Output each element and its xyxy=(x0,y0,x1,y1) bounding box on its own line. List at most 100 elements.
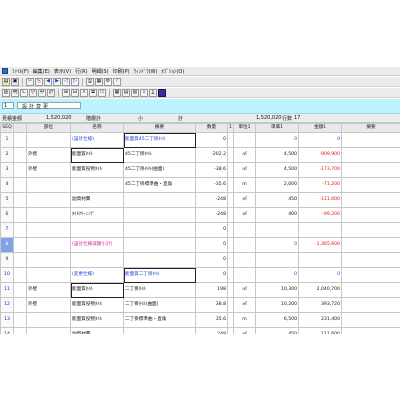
cell-blank[interactable] xyxy=(13,192,27,208)
cell-price[interactable]: 2,000 xyxy=(255,177,299,193)
cell-remarks[interactable] xyxy=(341,297,400,313)
cell-name[interactable]: ﾀｲﾙｸﾘｰﾆﾝｸﾞ xyxy=(70,207,124,223)
col-header-amount[interactable]: 金額1 xyxy=(298,123,342,133)
cell-qty[interactable]: 0 xyxy=(195,132,228,148)
cell-part[interactable] xyxy=(26,327,71,334)
cell-blank[interactable] xyxy=(13,282,27,298)
cell-seq[interactable]: 12 xyxy=(0,297,14,313)
cell-spec[interactable] xyxy=(123,237,196,253)
menu-view[interactable]: 表示(V) xyxy=(54,68,71,75)
cell-spec[interactable]: 能面質二丁掛ﾀｲﾙ xyxy=(123,267,196,283)
cell-unit[interactable]: ㎡ xyxy=(233,192,256,208)
cell-amount[interactable]: 393,720 xyxy=(298,297,342,313)
cell-unit[interactable]: ㎡ xyxy=(233,297,256,313)
cell-price[interactable]: 4,500 xyxy=(255,147,299,163)
cell-price[interactable]: 6,500 xyxy=(255,312,299,328)
cell-seq[interactable]: 3 xyxy=(0,162,14,178)
cell-amount[interactable]: 111,600 xyxy=(298,327,342,334)
cell-name[interactable]: 能面質ﾀｲﾙ xyxy=(70,282,124,298)
cell-unit[interactable]: ㎡ xyxy=(233,162,256,178)
cell-blank[interactable] xyxy=(13,177,27,193)
cell-name[interactable]: 能面質役物ﾀｲﾙ xyxy=(70,297,124,313)
cell-part[interactable] xyxy=(26,252,71,268)
cell-remarks[interactable] xyxy=(341,312,400,328)
estimate-id-field[interactable]: 1 xyxy=(2,102,14,109)
cell-part[interactable]: 外壁 xyxy=(26,162,71,178)
cell-spec[interactable]: 能面質45二丁掛ﾀｲﾙ xyxy=(123,132,196,148)
cell-blank[interactable] xyxy=(13,132,27,148)
arrow-right-icon[interactable]: ▶ xyxy=(53,77,61,86)
cell-remarks[interactable] xyxy=(341,327,400,334)
cell-part[interactable]: 外壁 xyxy=(26,147,71,163)
cell-unit[interactable] xyxy=(233,222,256,238)
cell-part[interactable]: 外壁 xyxy=(26,297,71,313)
cell-price[interactable]: 10,300 xyxy=(255,282,299,298)
cell-price[interactable] xyxy=(255,222,299,238)
table-row[interactable]: 2 外壁 能面質ﾀｲﾙ 45二丁掛ﾀｲﾙ -202.2 ㎡ 4,500 -909,900 xyxy=(0,147,400,163)
cell-name[interactable] xyxy=(70,222,124,238)
table-row[interactable]: 1 (設計仕様) 能面質45二丁掛ﾀｲﾙ 0 0 0 xyxy=(0,132,400,148)
cell-name[interactable]: 能面質役物ﾀｲﾙ xyxy=(70,162,124,178)
col-header-spec[interactable]: 摘要 xyxy=(123,123,196,133)
cell-qty[interactable]: 0 xyxy=(195,252,228,268)
calc-icon[interactable]: ∑ xyxy=(149,88,157,97)
cell-spec[interactable]: 45二丁掛ﾀｲﾙ(曲面) xyxy=(123,162,196,178)
table-row[interactable]: 6 ﾀｲﾙｸﾘｰﾆﾝｸﾞ -248 ㎡ 400 -99,200 xyxy=(0,207,400,223)
cell-remarks[interactable] xyxy=(341,132,400,148)
cell-seq[interactable]: 14 xyxy=(0,327,14,334)
delete-row-icon[interactable]: ⊟ xyxy=(71,88,79,97)
table-row[interactable]: 14 副資材費 248 ㎡450111,600 xyxy=(0,327,400,334)
cell-blank[interactable] xyxy=(13,252,27,268)
cell-part[interactable] xyxy=(26,207,71,223)
table-row[interactable]: 3 外壁 能面質役物ﾀｲﾙ 45二丁掛ﾀｲﾙ(曲面) -38.6 ㎡ 4,500 -173,7… xyxy=(0,162,400,178)
cell-blank[interactable] xyxy=(13,327,27,334)
estimate-name-field[interactable]: 設計変更 xyxy=(17,102,81,110)
table-row[interactable]: 11 外壁 能面質ﾀｲﾙ 二丁掛ﾀｲﾙ 198 ㎡ 10,300 2,040,700 xyxy=(0,282,400,298)
menu-file[interactable]: ﾌｧｲﾙ(F) xyxy=(12,68,29,75)
cell-price[interactable]: 450 xyxy=(255,192,299,208)
cell-price[interactable]: 0 xyxy=(255,237,299,253)
print-icon[interactable]: ⎙ xyxy=(86,77,94,86)
cell-qty[interactable]: 0 xyxy=(195,237,228,253)
preview-icon[interactable]: ▦ xyxy=(95,77,103,86)
cell-blank[interactable] xyxy=(13,237,27,253)
cell-qty[interactable]: -248 xyxy=(195,207,228,223)
cell-amount[interactable]: 0 xyxy=(298,132,342,148)
table-row[interactable]: 4 45二丁掛標準曲・直角 -35.6 m 2,000 -71,200 xyxy=(0,177,400,193)
save-icon[interactable]: ▣ xyxy=(11,77,19,86)
cell-remarks[interactable] xyxy=(341,177,400,193)
table-row[interactable]: 10 (変更仕様) 能面質二丁掛ﾀｲﾙ 0 0 0 xyxy=(0,267,400,283)
insert-row-icon[interactable]: ⊞ xyxy=(62,88,70,97)
cell-blank[interactable] xyxy=(13,162,27,178)
cell-amount[interactable]: -71,200 xyxy=(298,177,342,193)
copy-row-icon[interactable]: ⧉ xyxy=(89,88,97,97)
cell-qty[interactable]: -202.2 xyxy=(195,147,228,163)
cell-remarks[interactable] xyxy=(341,192,400,208)
cell-spec[interactable]: 45二丁掛ﾀｲﾙ xyxy=(123,147,196,163)
cell-part[interactable] xyxy=(26,132,71,148)
cut-icon[interactable]: ✂ xyxy=(26,77,34,86)
cell-spec[interactable] xyxy=(123,252,196,268)
cell-price[interactable] xyxy=(255,252,299,268)
cell-spec[interactable]: 二丁掛ﾀｲﾙ(曲面) xyxy=(123,297,196,313)
cell-blank[interactable] xyxy=(13,312,27,328)
col-header-remarks[interactable]: 摘要 xyxy=(341,123,400,133)
cell-name[interactable]: 副資材費 xyxy=(70,192,124,208)
table-row[interactable]: 12 外壁 能面質役物ﾀｲﾙ 二丁掛ﾀｲﾙ(曲面) 38.8 ㎡ 10,200 393,720 xyxy=(0,297,400,313)
cell-unit[interactable]: ㎡ xyxy=(233,147,256,163)
cell-remarks[interactable] xyxy=(341,222,400,238)
cell-qty[interactable]: -248 xyxy=(195,192,228,208)
cell-amount[interactable]: -111,600 xyxy=(298,192,342,208)
table-row[interactable]: 70 xyxy=(0,222,400,238)
cell-amount[interactable]: 0 xyxy=(298,267,342,283)
cell-seq[interactable]: 1 xyxy=(0,132,14,148)
cell-remarks[interactable] xyxy=(341,147,400,163)
cell-price[interactable]: 0 xyxy=(255,132,299,148)
table-row[interactable]: 5 副資材費 -248 ㎡ 450 -111,600 xyxy=(0,192,400,208)
menu-detail[interactable]: 明細(S) xyxy=(92,68,109,75)
col-header-qty[interactable]: 数量 xyxy=(195,123,228,133)
tools-icon[interactable]: ⚙ xyxy=(104,77,112,86)
cell-name[interactable] xyxy=(70,177,124,193)
cell-remarks[interactable] xyxy=(341,282,400,298)
cell-seq[interactable]: 4 xyxy=(0,177,14,193)
